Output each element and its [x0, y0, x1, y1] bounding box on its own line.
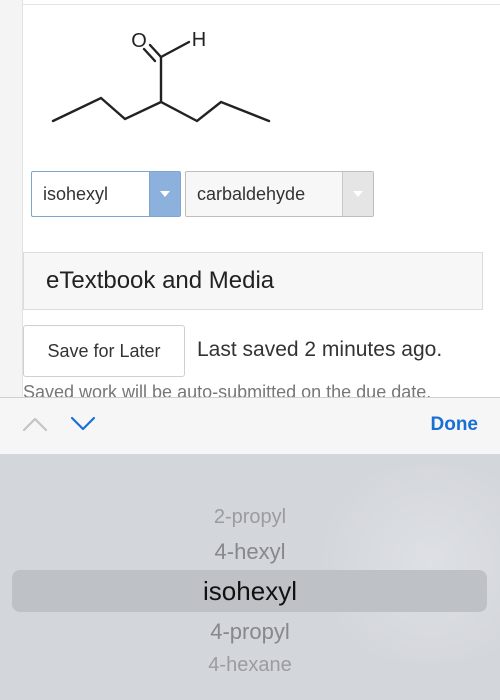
molecule-double-bond-a — [148, 43, 163, 59]
molecule-oxygen-label: O — [131, 30, 147, 52]
etextbook-media-link[interactable]: eTextbook and Media — [23, 252, 483, 310]
auto-submit-notice: Saved work will be auto-submitted on the… — [23, 382, 432, 397]
dropdown-arrow-icon — [160, 191, 170, 197]
picker-option[interactable]: 4-hexane — [0, 654, 500, 677]
dropdown-arrow-icon — [353, 191, 363, 197]
last-saved-status: Last saved 2 minutes ago. — [197, 338, 443, 361]
molecule-structure: O H — [51, 29, 271, 123]
picker-option[interactable]: 4-propyl — [0, 619, 500, 645]
suffix-select[interactable]: carbaldehyde — [185, 171, 374, 217]
option-picker-wheel[interactable]: 2-propyl 4-hexyl isohexyl 4-propyl 4-hex… — [0, 454, 500, 700]
prefix-select-arrow[interactable] — [149, 172, 180, 216]
prefix-select[interactable]: isohexyl — [31, 171, 181, 217]
etextbook-media-label: eTextbook and Media — [46, 267, 275, 294]
molecule-hydrogen-label: H — [192, 29, 206, 51]
picker-option[interactable]: 4-hexyl — [0, 539, 500, 565]
suffix-select-arrow[interactable] — [342, 172, 373, 216]
chevron-down-icon[interactable] — [70, 416, 96, 432]
picker-option[interactable]: 2-propyl — [0, 506, 500, 529]
card-divider — [23, 4, 500, 5]
suffix-select-value: carbaldehyde — [197, 183, 306, 204]
keyboard-accessory-toolbar: Done — [0, 397, 500, 455]
question-page: O H isohexyl carbaldehyde eTextbook and … — [0, 0, 500, 397]
molecule-bond-to-hydrogen — [159, 40, 191, 59]
done-button[interactable]: Done — [431, 414, 479, 436]
prefix-select-value: isohexyl — [43, 183, 109, 204]
save-for-later-button[interactable]: Save for Later — [23, 325, 185, 377]
picker-option-selected[interactable]: isohexyl — [0, 576, 500, 607]
chevron-up-icon[interactable] — [22, 416, 48, 432]
